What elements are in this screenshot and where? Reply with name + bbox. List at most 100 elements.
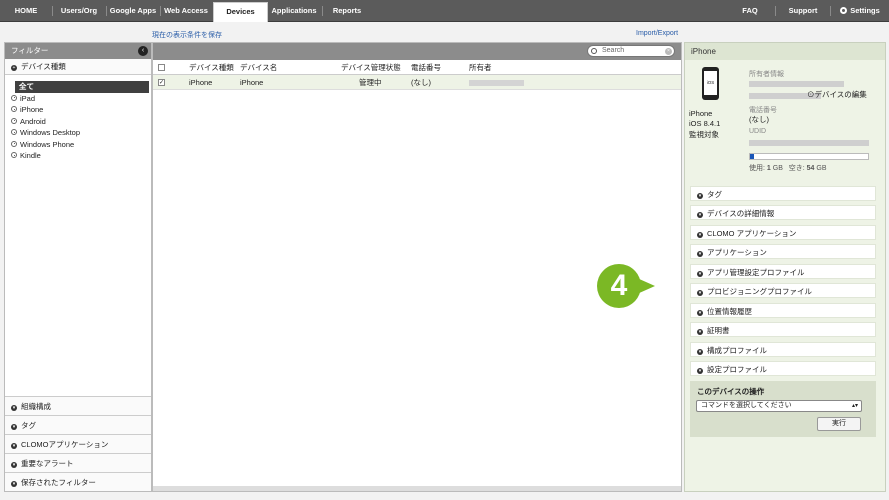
section-app-config-profiles[interactable]: ▾ アプリ管理設定プロファイル xyxy=(690,264,876,279)
section-applications[interactable]: ▾ アプリケーション xyxy=(690,244,876,259)
storage-used-value: 1 xyxy=(766,165,771,172)
filter-section-saved[interactable]: ▾ 保存されたフィルター xyxy=(5,472,151,491)
row-checkbox[interactable]: ✓ xyxy=(158,79,165,86)
filter-item-iphone[interactable]: iPhone xyxy=(5,104,151,116)
execute-button[interactable]: 実行 xyxy=(817,417,861,431)
filter-section-clomo-apps[interactable]: ▾ CLOMOアプリケーション xyxy=(5,434,151,453)
section-label: タグ xyxy=(707,190,722,199)
horizontal-scrollbar[interactable] xyxy=(153,486,681,491)
filter-section-label: 保存されたフィルター xyxy=(21,478,96,487)
select-arrow-icon: ▴▾ xyxy=(851,403,858,409)
section-label: アプリ管理設定プロファイル xyxy=(707,268,805,277)
search-input[interactable]: Search × xyxy=(587,45,675,57)
device-os: iOS 8.4.1 xyxy=(689,119,721,128)
filter-item-windows-phone[interactable]: Windows Phone xyxy=(5,139,151,151)
edit-device-label: デバイスの編集 xyxy=(814,90,867,99)
section-config-profiles[interactable]: ▾ 構成プロファイル xyxy=(690,342,876,357)
filter-section-org[interactable]: ▾ 組織構成 xyxy=(5,396,151,415)
callout-number: 4 xyxy=(597,264,641,308)
filter-item-android[interactable]: Android xyxy=(5,116,151,128)
col-device-type[interactable]: デバイス種類 xyxy=(189,60,234,75)
filter-section-label: CLOMOアプリケーション xyxy=(21,440,109,449)
device-list-panel: Search × デバイス種類 デバイス名 デバイス管理状態 電話番号 所有者 … xyxy=(152,42,682,492)
section-device-details[interactable]: ▾ デバイスの詳細情報 xyxy=(690,205,876,220)
radio-icon xyxy=(11,152,17,158)
command-select[interactable]: コマンドを選択してください ▴▾ xyxy=(696,400,862,412)
import-export-link[interactable]: Import/Export xyxy=(636,30,678,37)
col-device-name[interactable]: デバイス名 xyxy=(240,60,277,75)
select-all-checkbox[interactable] xyxy=(158,64,165,71)
radio-icon xyxy=(11,140,17,147)
cell-status: 管理中 xyxy=(359,78,382,87)
nav-tab-devices[interactable]: Devices xyxy=(213,2,268,22)
storage-info: 使用: 1 GB 空き: 54 GB xyxy=(749,163,827,173)
nav-tab-applications[interactable]: Applications xyxy=(268,0,320,22)
section-provisioning-profiles[interactable]: ▾ プロビジョニングプロファイル xyxy=(690,283,876,298)
device-type-section[interactable]: + デバイス種類 xyxy=(5,59,151,75)
section-label: アプリケーション xyxy=(707,248,767,257)
detail-header: iPhone xyxy=(685,43,885,60)
edit-device-link[interactable]: ⊙デバイスの編集 xyxy=(807,89,867,100)
storage-free-value: 54 xyxy=(806,165,815,172)
device-supervised: 監視対象 xyxy=(689,130,719,139)
filter-sections: ▾ 組織構成 ▾ タグ ▾ CLOMOアプリケーション ▾ 重要なアラート ▾ 保存された… xyxy=(5,396,151,491)
clear-icon[interactable]: × xyxy=(665,47,672,55)
storage-bar xyxy=(749,153,869,160)
section-label: 設定プロファイル xyxy=(707,365,767,374)
nav-settings-label: Settings xyxy=(850,6,880,15)
filter-item-kindle[interactable]: Kindle xyxy=(5,150,151,162)
chevron-down-icon: ▾ xyxy=(697,329,703,335)
section-location-history[interactable]: ▾ 位置情報履歴 xyxy=(690,303,876,318)
device-type-title: デバイス種類 xyxy=(21,62,66,71)
collapse-left-icon[interactable]: ‹ xyxy=(138,46,148,56)
filter-item-ipad[interactable]: iPad xyxy=(5,93,151,105)
nav-support[interactable]: Support xyxy=(780,0,826,22)
nav-faq[interactable]: FAQ xyxy=(730,0,770,22)
storage-used-label: 使用: xyxy=(749,165,765,172)
edit-icon: ⊙ xyxy=(807,90,815,99)
filter-section-label: タグ xyxy=(21,421,36,430)
storage-free-label: 空き: xyxy=(788,165,805,172)
chevron-down-icon: ▾ xyxy=(11,424,17,430)
chevron-down-icon: ▾ xyxy=(697,368,703,374)
cell-device-name: iPhone xyxy=(240,78,264,87)
section-certificates[interactable]: ▾ 証明書 xyxy=(690,322,876,337)
storage-unit: GB xyxy=(772,165,783,172)
nav-tab-web-access[interactable]: Web Access xyxy=(161,0,211,22)
filter-item-label: Windows Desktop xyxy=(20,128,81,137)
filter-item-label: Android xyxy=(20,116,46,126)
command-select-value: コマンドを選択してください xyxy=(701,402,792,409)
nav-settings[interactable]: Settings xyxy=(834,0,886,22)
expand-icon: + xyxy=(11,65,17,71)
device-model: iPhone xyxy=(689,109,713,118)
storage-unit: GB xyxy=(816,165,827,172)
table-row[interactable]: ✓ iPhone iPhone 管理中 (なし) xyxy=(153,75,681,90)
col-phone[interactable]: 電話番号 xyxy=(411,60,441,75)
filter-panel: フィルター ‹ + デバイス種類 全て iPad iPhone Android W… xyxy=(4,42,152,492)
nav-tab-home[interactable]: HOME xyxy=(0,0,52,22)
filter-item-windows-desktop[interactable]: Windows Desktop xyxy=(5,127,151,139)
filter-item-all[interactable]: 全て xyxy=(15,81,149,93)
owner-label: 所有者情報 xyxy=(749,71,784,78)
filter-item-label: Windows Phone xyxy=(20,139,75,149)
radio-icon xyxy=(11,117,17,124)
nav-tab-users[interactable]: Users/Org xyxy=(53,0,105,22)
chevron-down-icon: ▾ xyxy=(697,349,703,355)
radio-icon xyxy=(11,129,17,135)
save-view-link[interactable]: 現在の表示条件を保存 xyxy=(152,30,222,40)
col-management-status[interactable]: デバイス管理状態 xyxy=(341,60,401,75)
section-clomo-apps[interactable]: ▾ CLOMO アプリケーション xyxy=(690,225,876,240)
col-owner[interactable]: 所有者 xyxy=(469,60,492,75)
filter-section-alerts[interactable]: ▾ 重要なアラート xyxy=(5,453,151,472)
chevron-down-icon: ▾ xyxy=(697,193,703,199)
section-settings-profiles[interactable]: ▾ 設定プロファイル xyxy=(690,361,876,376)
operations-title: このデバイスの操作 xyxy=(697,387,765,396)
chevron-down-icon: ▾ xyxy=(697,271,703,277)
redacted-text xyxy=(749,81,844,87)
nav-tab-reports[interactable]: Reports xyxy=(323,0,371,22)
section-tags[interactable]: ▾ タグ xyxy=(690,186,876,201)
device-type-list: 全て iPad iPhone Android Windows Desktop W… xyxy=(5,75,151,162)
nav-tab-google-apps[interactable]: Google Apps xyxy=(107,0,159,22)
udid-label: UDID xyxy=(749,128,767,135)
filter-section-tags[interactable]: ▾ タグ xyxy=(5,415,151,434)
